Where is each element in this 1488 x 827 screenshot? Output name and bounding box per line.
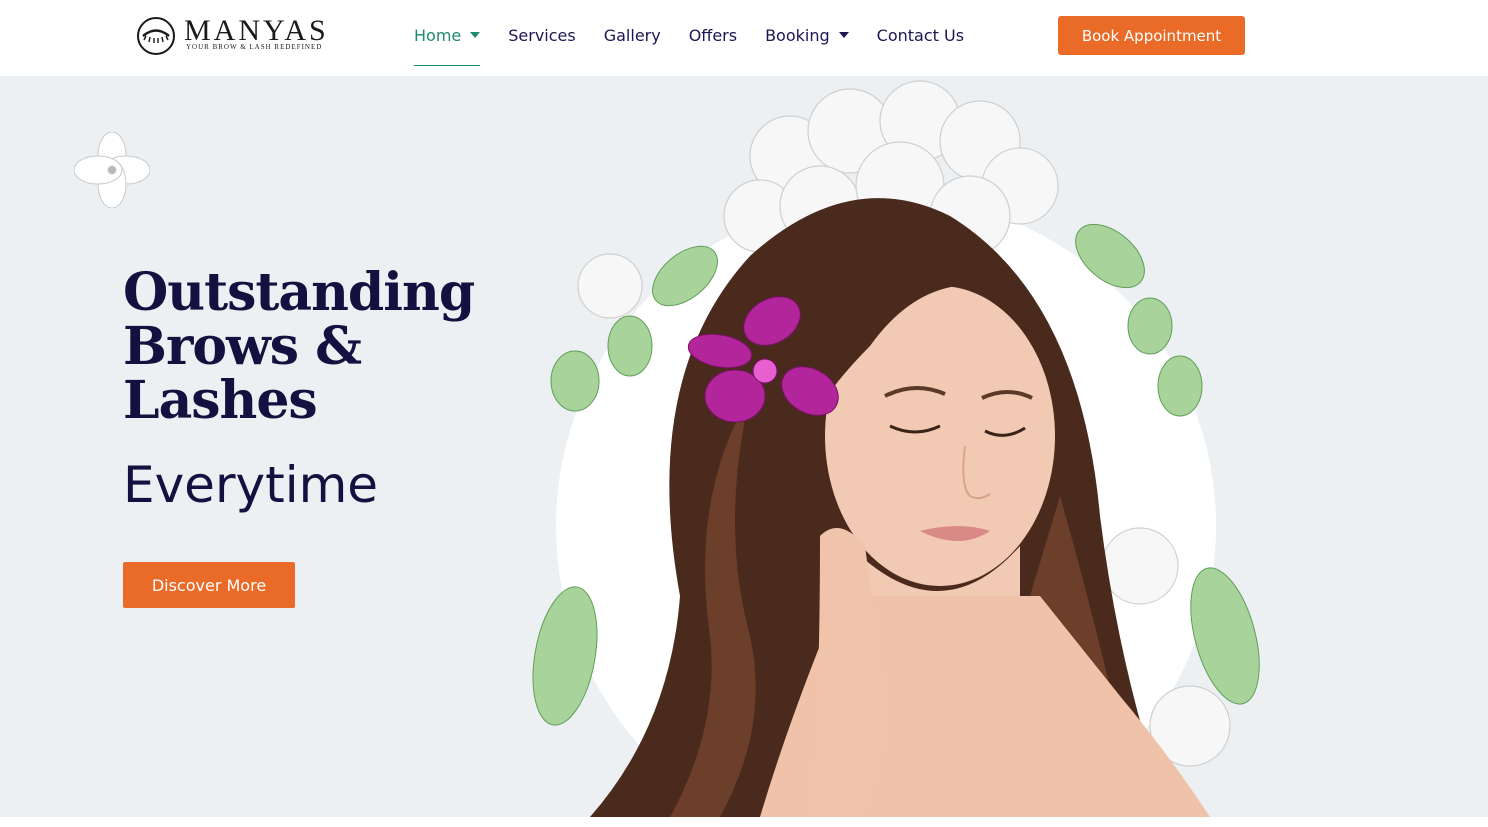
main-nav: Home Services Gallery Offers Booking Con… [414, 0, 992, 76]
nav-item-label: Gallery [603, 25, 661, 45]
eye-lash-logo-icon [137, 17, 175, 55]
nav-item-offers[interactable]: Offers [689, 0, 737, 70]
hero-model-image [532, 80, 1260, 817]
hero-headline: Outstanding Brows & Lashes [123, 262, 475, 431]
nav-item-label: Booking [765, 25, 830, 45]
nav-item-label: Contact Us [876, 25, 965, 45]
brand-logo[interactable]: MANYAS YOUR BROW & LASH REDEFINED [136, 15, 346, 56]
hero-section: Outstanding Brows & Lashes Everytime Dis… [0, 76, 1488, 817]
site-header: MANYAS YOUR BROW & LASH REDEFINED Home S… [0, 0, 1488, 76]
nav-item-home[interactable]: Home [414, 0, 481, 70]
nav-item-gallery[interactable]: Gallery [604, 0, 661, 70]
headline-line: Outstanding [123, 262, 475, 323]
nav-item-label: Home [414, 25, 462, 45]
headline-line: Brows & [123, 316, 362, 377]
flower-icon [74, 132, 150, 208]
nav-item-contact[interactable]: Contact Us [877, 0, 964, 70]
book-appointment-button[interactable]: Book Appointment [1058, 16, 1245, 55]
chevron-down-icon [470, 32, 481, 38]
brand-tagline: YOUR BROW & LASH REDEFINED [186, 43, 323, 51]
discover-more-button[interactable]: Discover More [123, 562, 295, 608]
nav-item-services[interactable]: Services [508, 0, 575, 70]
headline-line: Lashes [123, 370, 318, 431]
page-bottom-edge [0, 817, 1488, 827]
hero-subline: Everytime [123, 456, 379, 514]
nav-item-label: Offers [688, 25, 738, 45]
chevron-down-icon [838, 32, 849, 38]
nav-item-label: Services [508, 25, 576, 45]
nav-item-booking[interactable]: Booking [765, 0, 849, 70]
